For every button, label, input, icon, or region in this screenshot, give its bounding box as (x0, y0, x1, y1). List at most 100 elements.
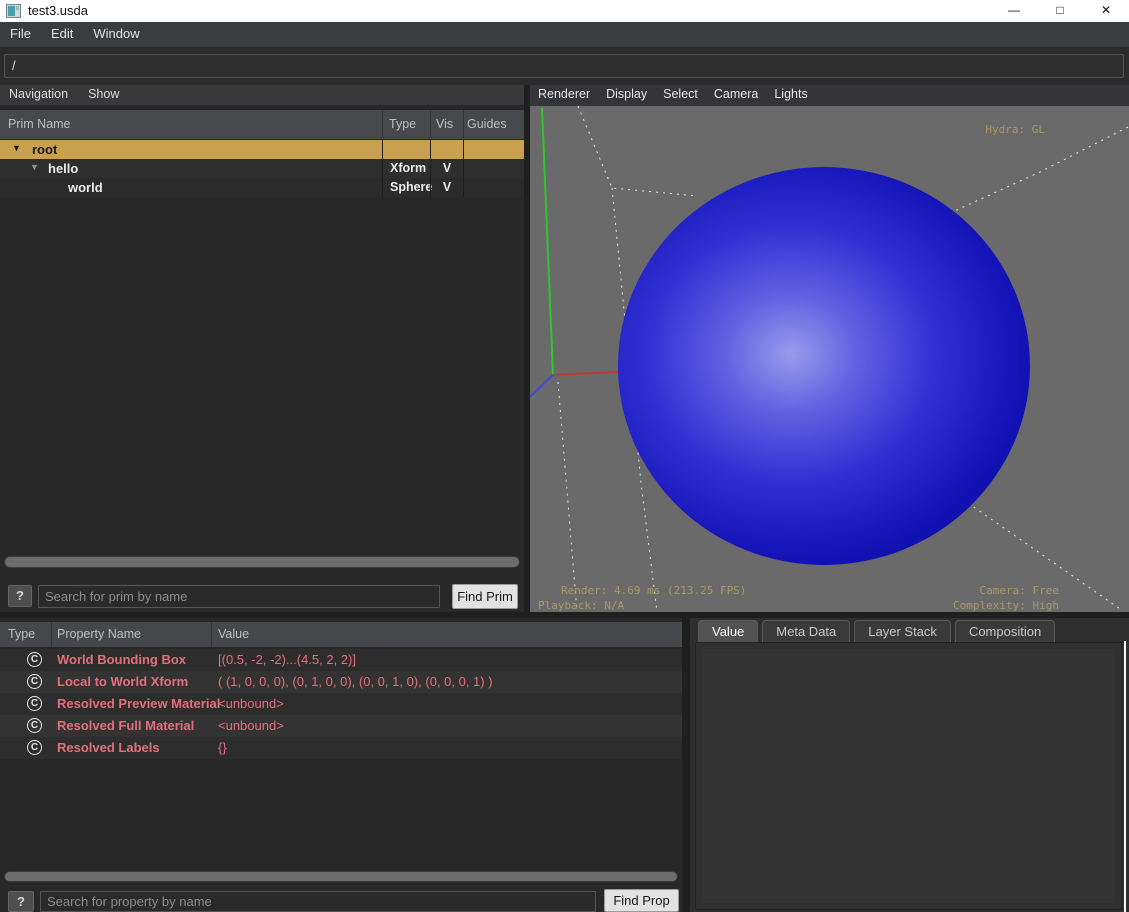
prim-search-input[interactable] (38, 585, 440, 608)
path-bar: / (0, 48, 1129, 85)
window-controls: — □ ✕ (991, 0, 1129, 22)
inspector-scrollbar[interactable] (1124, 641, 1126, 912)
property-header: Type Property Name Value (0, 622, 682, 647)
expander-triangle-icon[interactable]: ▼ (30, 162, 39, 172)
col-prim-name[interactable]: Prim Name (8, 117, 71, 131)
menu-renderer[interactable]: Renderer (530, 85, 598, 101)
property-name: Resolved Labels (57, 740, 160, 755)
tab-composition[interactable]: Composition (955, 620, 1055, 642)
vertical-splitter[interactable] (682, 618, 690, 912)
prim-type: Xform (382, 159, 430, 178)
prim-guides (463, 178, 524, 197)
menu-lights[interactable]: Lights (766, 85, 815, 101)
prim-name: hello (48, 161, 78, 176)
column-separator (382, 110, 383, 139)
column-separator (430, 110, 431, 139)
tree-row-world[interactable]: world Sphere V (0, 178, 524, 197)
property-value: {} (218, 740, 227, 755)
col-type[interactable]: Type (8, 627, 35, 641)
circled-c-icon: C (27, 740, 42, 755)
menu-window[interactable]: Window (83, 22, 149, 41)
col-type[interactable]: Type (389, 117, 416, 131)
property-row[interactable]: C Resolved Labels {} (0, 737, 682, 759)
frustum-line (558, 382, 577, 612)
main-menubar: FileEditWindow (0, 22, 1129, 48)
inspector-tabbar: Value Meta Data Layer Stack Composition (698, 620, 1055, 642)
tree-horizontal-scrollbar[interactable] (4, 556, 520, 568)
viewport-canvas[interactable]: Hydra: GL Render: 4.69 ms (213.25 FPS) P… (530, 106, 1129, 612)
circled-c-icon: C (27, 674, 42, 689)
tree-menubar: NavigationShow (0, 85, 524, 105)
tab-value[interactable]: Value (698, 620, 758, 642)
circled-c-icon: C (27, 652, 42, 667)
menu-file[interactable]: File (0, 22, 41, 41)
tree-header: Prim Name Type Vis Guides (0, 110, 524, 139)
y-axis (542, 108, 553, 375)
property-value: ( (1, 0, 0, 0), (0, 1, 0, 0), (0, 0, 1, … (218, 674, 493, 689)
close-button[interactable]: ✕ (1083, 0, 1129, 22)
prim-search-help-button[interactable]: ? (8, 585, 32, 607)
property-horizontal-scrollbar[interactable] (4, 871, 678, 882)
scrollbar-thumb[interactable] (5, 557, 519, 567)
maximize-button[interactable]: □ (1037, 0, 1083, 22)
circled-c-icon: C (27, 696, 42, 711)
menu-camera[interactable]: Camera (706, 85, 766, 101)
hud-renderer: Hydra: GL (985, 123, 1045, 136)
property-search-input[interactable] (40, 891, 596, 912)
prim-type: Sphere (382, 178, 430, 197)
property-row[interactable]: C Resolved Full Material <unbound> (0, 715, 682, 737)
prim-path-field[interactable]: / (4, 54, 1124, 78)
col-guides[interactable]: Guides (467, 117, 507, 131)
inspector-content (695, 642, 1122, 910)
sphere-prim[interactable] (618, 167, 1030, 565)
frustum-line (948, 127, 1128, 214)
col-property-name[interactable]: Property Name (57, 627, 141, 641)
column-separator (463, 110, 464, 139)
prim-vis[interactable]: V (430, 159, 463, 178)
prim-vis[interactable]: V (430, 178, 463, 197)
menu-navigation[interactable]: Navigation (0, 85, 79, 101)
expander-triangle-icon[interactable]: ▼ (12, 143, 21, 153)
property-name: World Bounding Box (57, 652, 186, 667)
tab-layer-stack[interactable]: Layer Stack (854, 620, 951, 642)
circled-c-icon: C (27, 718, 42, 733)
col-value[interactable]: Value (218, 627, 249, 641)
usdview-window: test3.usda — □ ✕ FileEditWindow / Naviga… (0, 0, 1129, 912)
menu-display[interactable]: Display (598, 85, 655, 101)
window-title: test3.usda (28, 3, 88, 18)
viewport-menubar: RendererDisplaySelectCameraLights (530, 85, 1129, 106)
menu-select[interactable]: Select (655, 85, 706, 101)
find-prim-button[interactable]: Find Prim (452, 584, 518, 609)
prim-name: root (32, 142, 57, 157)
tree-row-hello[interactable]: ▼ hello Xform V (0, 159, 524, 178)
property-search-help-button[interactable]: ? (8, 891, 34, 912)
find-prop-button[interactable]: Find Prop (604, 889, 679, 912)
prim-name: world (68, 180, 103, 195)
scrollbar-thumb[interactable] (5, 872, 677, 881)
column-separator (51, 622, 52, 647)
property-name: Resolved Preview Material (57, 696, 220, 711)
property-value: <unbound> (218, 718, 284, 733)
hud-complexity: Complexity: High (953, 599, 1059, 612)
prim-guides (463, 159, 524, 178)
hud-render-stats: Render: 4.69 ms (213.25 FPS) (561, 584, 746, 597)
hud-camera: Camera: Free (980, 584, 1059, 597)
titlebar: test3.usda — □ ✕ (0, 0, 1129, 22)
property-value: <unbound> (218, 696, 284, 711)
z-axis (530, 375, 553, 397)
property-name: Resolved Full Material (57, 718, 194, 733)
minimize-button[interactable]: — (991, 0, 1037, 22)
property-row[interactable]: C World Bounding Box [(0.5, -2, -2)...(4… (0, 649, 682, 671)
property-row[interactable]: C Resolved Preview Material <unbound> (0, 693, 682, 715)
property-row[interactable]: C Local to World Xform ( (1, 0, 0, 0), (… (0, 671, 682, 693)
property-name: Local to World Xform (57, 674, 188, 689)
col-vis[interactable]: Vis (436, 117, 453, 131)
tab-meta-data[interactable]: Meta Data (762, 620, 850, 642)
hud-playback: Playback: N/A (538, 599, 624, 612)
prim-guides (463, 140, 524, 159)
menu-show[interactable]: Show (79, 85, 130, 101)
prim-vis[interactable] (430, 140, 463, 159)
tree-row-root[interactable]: ▼ root (0, 140, 524, 159)
column-separator (211, 622, 212, 647)
menu-edit[interactable]: Edit (41, 22, 83, 41)
